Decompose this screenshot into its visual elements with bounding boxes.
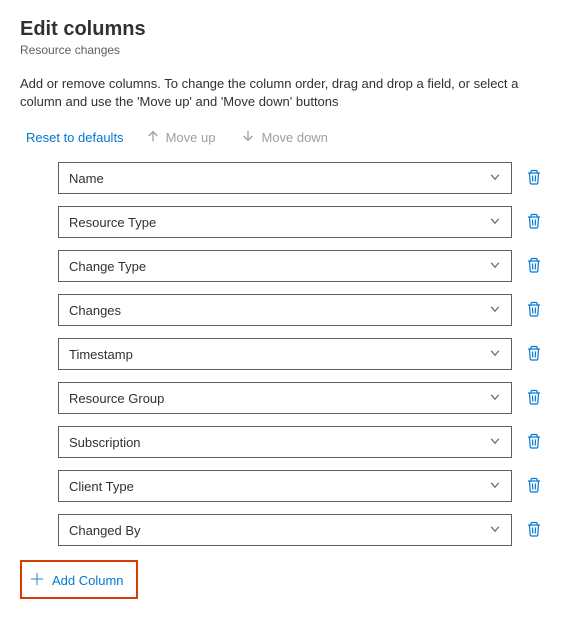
trash-icon [526,433,542,452]
column-select[interactable]: Name [58,162,512,194]
delete-column-button[interactable] [522,165,546,192]
trash-icon [526,213,542,232]
column-select-label: Resource Type [69,215,156,230]
reset-defaults-link[interactable]: Reset to defaults [26,130,124,145]
delete-column-button[interactable] [522,429,546,456]
trash-icon [526,521,542,540]
delete-column-button[interactable] [522,297,546,324]
trash-icon [526,301,542,320]
column-select[interactable]: Resource Type [58,206,512,238]
chevron-down-icon [489,259,501,274]
column-select[interactable]: Subscription [58,426,512,458]
column-select-label: Changes [69,303,121,318]
trash-icon [526,345,542,364]
chevron-down-icon [489,303,501,318]
chevron-down-icon [489,215,501,230]
trash-icon [526,169,542,188]
add-column-label: Add Column [52,573,124,588]
move-up-label: Move up [166,130,216,145]
column-row: Change Type [58,250,546,282]
column-row: Timestamp [58,338,546,370]
column-select-label: Subscription [69,435,141,450]
move-down-button[interactable]: Move down [237,127,331,148]
delete-column-button[interactable] [522,473,546,500]
column-select[interactable]: Changes [58,294,512,326]
delete-column-button[interactable] [522,341,546,368]
column-select-label: Name [69,171,104,186]
chevron-down-icon [489,479,501,494]
move-up-button[interactable]: Move up [142,127,220,148]
panel-subtitle: Resource changes [20,43,146,57]
trash-icon [526,257,542,276]
delete-column-button[interactable] [522,209,546,236]
column-row: Resource Group [58,382,546,414]
chevron-down-icon [489,523,501,538]
panel-title: Edit columns [20,18,146,41]
column-select-label: Timestamp [69,347,133,362]
instructions-text: Add or remove columns. To change the col… [20,75,546,111]
column-select-label: Resource Group [69,391,164,406]
delete-column-button[interactable] [522,517,546,544]
move-down-label: Move down [261,130,327,145]
column-row: Changed By [58,514,546,546]
column-select[interactable]: Client Type [58,470,512,502]
column-select-label: Client Type [69,479,134,494]
column-row: Name [58,162,546,194]
chevron-down-icon [489,391,501,406]
add-column-button[interactable]: Add Column [20,566,134,595]
column-row: Subscription [58,426,546,458]
chevron-down-icon [489,435,501,450]
column-select[interactable]: Resource Group [58,382,512,414]
arrow-down-icon [241,129,255,146]
column-select[interactable]: Change Type [58,250,512,282]
delete-column-button[interactable] [522,253,546,280]
columns-list: Name Resource Type Change Type Changes T… [20,162,546,546]
column-select[interactable]: Timestamp [58,338,512,370]
column-select-label: Change Type [69,259,146,274]
plus-icon [30,572,44,589]
column-row: Client Type [58,470,546,502]
trash-icon [526,477,542,496]
chevron-down-icon [489,171,501,186]
column-select-label: Changed By [69,523,141,538]
column-row: Changes [58,294,546,326]
arrow-up-icon [146,129,160,146]
toolbar: Reset to defaults Move up Move down [20,127,546,148]
close-button[interactable] [538,18,546,42]
column-row: Resource Type [58,206,546,238]
add-column-highlight: Add Column [20,560,138,599]
trash-icon [526,389,542,408]
column-select[interactable]: Changed By [58,514,512,546]
chevron-down-icon [489,347,501,362]
delete-column-button[interactable] [522,385,546,412]
